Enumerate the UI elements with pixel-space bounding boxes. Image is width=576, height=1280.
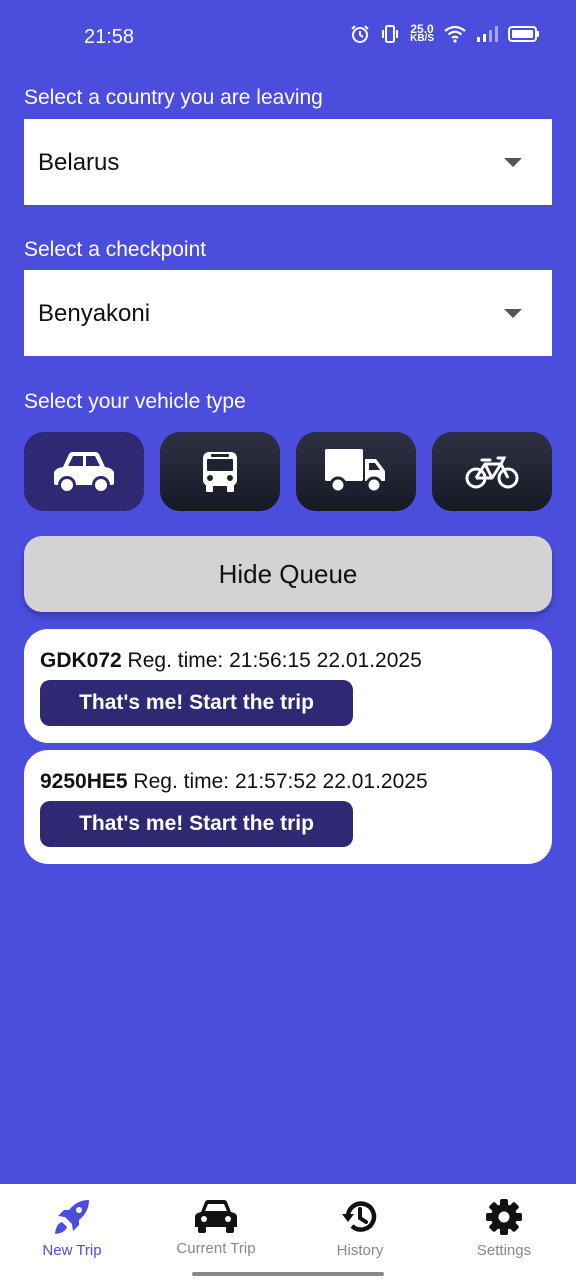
bicycle-icon <box>465 456 519 488</box>
reg-time: Reg. time: 21:56:15 22.01.2025 <box>127 649 422 672</box>
status-bar: 21:58 25.0 KB/S <box>0 0 576 72</box>
bottom-nav: New Trip Current Trip History Settings <box>0 1184 576 1280</box>
country-dropdown[interactable]: Belarus <box>24 119 552 205</box>
checkpoint-value: Benyakoni <box>38 300 151 327</box>
history-icon <box>342 1201 377 1232</box>
plate-number: GDK072 <box>40 649 122 672</box>
home-indicator[interactable] <box>192 1272 384 1276</box>
nav-history[interactable]: History <box>288 1184 432 1280</box>
status-icons: 25.0 KB/S <box>350 22 540 44</box>
vehicle-bus-button[interactable] <box>160 432 280 511</box>
vibrate-icon <box>382 25 399 43</box>
hide-queue-button[interactable]: Hide Queue <box>24 536 552 612</box>
start-trip-button[interactable]: That's me! Start the trip <box>40 680 353 726</box>
chevron-down-icon <box>504 309 522 318</box>
car-icon <box>195 1200 237 1233</box>
plate-number: 9250HE5 <box>40 770 128 793</box>
country-value: Belarus <box>38 149 120 176</box>
nav-label: Current Trip <box>176 1240 256 1257</box>
rocket-icon <box>55 1200 89 1234</box>
gear-icon <box>486 1199 522 1235</box>
nav-settings[interactable]: Settings <box>432 1184 576 1280</box>
battery-icon <box>508 26 539 42</box>
nav-new-trip[interactable]: New Trip <box>0 1184 144 1280</box>
vehicle-truck-button[interactable] <box>296 432 416 511</box>
country-label: Select a country you are leaving <box>24 86 323 109</box>
net-speed: 25.0 KB/S <box>410 22 434 44</box>
chevron-down-icon <box>504 158 522 167</box>
vehicle-car-button[interactable] <box>24 432 144 511</box>
reg-time: Reg. time: 21:57:52 22.01.2025 <box>133 770 428 793</box>
vehicle-type-selector <box>24 432 552 511</box>
truck-icon <box>325 448 385 493</box>
queue-entry-info: 9250HE5 Reg. time: 21:57:52 22.01.2025 <box>40 770 428 794</box>
queue-entry: GDK072 Reg. time: 21:56:15 22.01.2025 Th… <box>24 629 552 743</box>
status-time: 21:58 <box>84 26 135 48</box>
vehicle-label: Select your vehicle type <box>24 390 246 413</box>
bus-icon <box>203 451 237 492</box>
checkpoint-label: Select a checkpoint <box>24 238 207 261</box>
start-trip-button[interactable]: That's me! Start the trip <box>40 801 353 847</box>
wifi-icon <box>444 25 466 43</box>
vehicle-bicycle-button[interactable] <box>432 432 552 511</box>
car-icon <box>54 451 114 494</box>
alarm-icon <box>351 25 369 43</box>
checkpoint-dropdown[interactable]: Benyakoni <box>24 270 552 356</box>
queue-entry-info: GDK072 Reg. time: 21:56:15 22.01.2025 <box>40 649 422 673</box>
nav-label: Settings <box>476 1242 532 1259</box>
nav-label: History <box>336 1242 384 1259</box>
signal-icon <box>477 26 498 42</box>
nav-label: New Trip <box>42 1242 102 1259</box>
nav-current-trip[interactable]: Current Trip <box>144 1184 288 1280</box>
queue-entry: 9250HE5 Reg. time: 21:57:52 22.01.2025 T… <box>24 750 552 864</box>
